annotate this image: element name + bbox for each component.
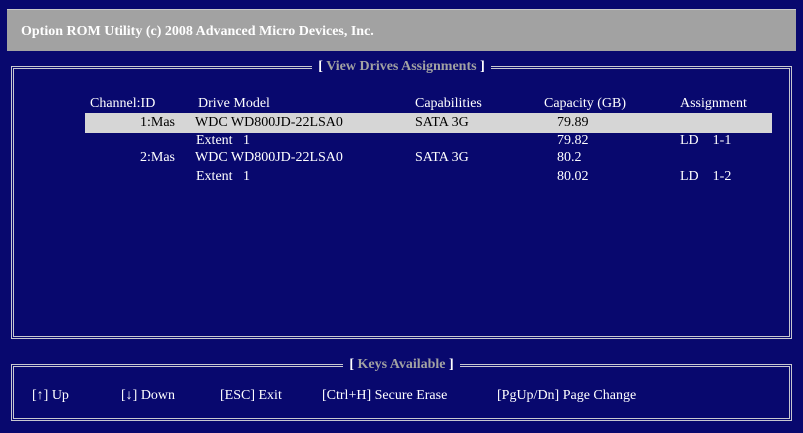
keys-available-panel-title: [ Keys Available ]: [14, 357, 789, 373]
key-secure-erase-hint: [Ctrl+H] Secure Erase: [322, 388, 448, 403]
header-capabilities: Capabilities: [415, 96, 482, 111]
header-drive-model: Drive Model: [198, 96, 270, 111]
row4-capacity[interactable]: 80.02: [557, 169, 589, 185]
row2-assignment[interactable]: LD 1-1: [680, 133, 731, 149]
key-up-hint: [↑] Up: [32, 388, 69, 403]
row4-model[interactable]: Extent 1: [196, 169, 250, 185]
header-capacity: Capacity (GB): [544, 96, 627, 111]
row2-model[interactable]: Extent 1: [196, 133, 250, 149]
app-title: Option ROM Utility (c) 2008 Advanced Mic…: [21, 24, 374, 39]
row1-model[interactable]: WDC WD800JD-22LSA0: [195, 115, 343, 131]
view-drives-panel-title: [ View Drives Assignments ]: [14, 59, 789, 75]
row1-capacity[interactable]: 79.89: [557, 115, 589, 131]
row1-capabilities[interactable]: SATA 3G: [415, 115, 469, 131]
row2-capacity[interactable]: 79.82: [557, 133, 589, 149]
row3-model[interactable]: WDC WD800JD-22LSA0: [195, 150, 343, 166]
header-assignment: Assignment: [680, 96, 747, 111]
row3-capabilities[interactable]: SATA 3G: [415, 150, 469, 166]
key-page-change-hint: [PgUp/Dn] Page Change: [497, 388, 637, 403]
key-down-hint: [↓] Down: [121, 388, 176, 403]
row3-channel[interactable]: 2:Mas: [140, 150, 175, 166]
header-channel: Channel:ID: [90, 96, 156, 111]
row3-capacity[interactable]: 80.2: [557, 150, 582, 166]
title-bar: Option ROM Utility (c) 2008 Advanced Mic…: [7, 9, 796, 51]
key-exit-hint: [ESC] Exit: [220, 388, 282, 403]
row4-assignment[interactable]: LD 1-2: [680, 169, 731, 185]
row1-channel[interactable]: 1:Mas: [140, 115, 175, 131]
